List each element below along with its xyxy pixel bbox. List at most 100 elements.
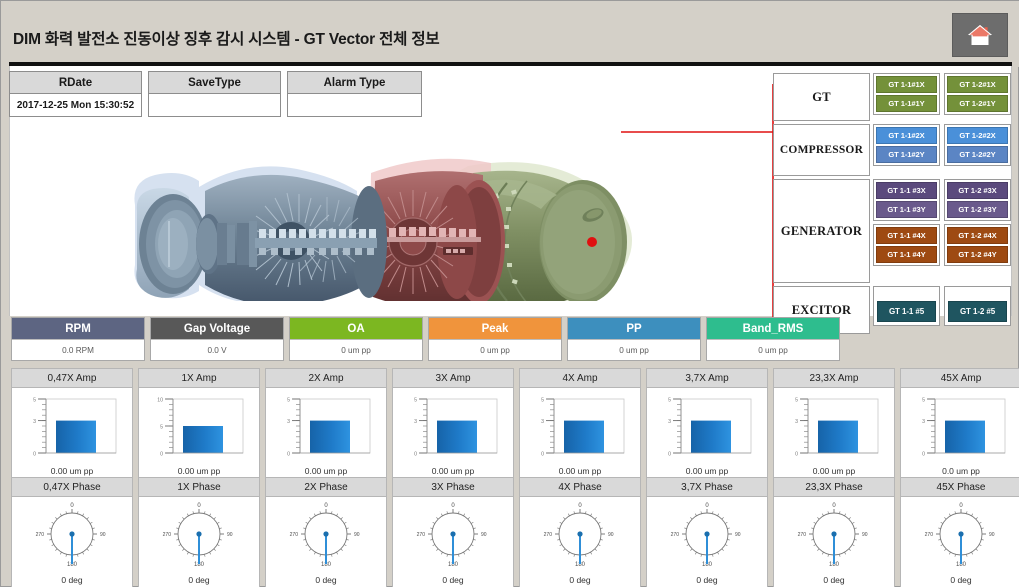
tree-group-label[interactable]: COMPRESSOR xyxy=(773,124,870,176)
panel-value: 0 deg xyxy=(393,575,513,587)
svg-text:0: 0 xyxy=(832,503,836,509)
svg-text:0: 0 xyxy=(414,451,417,457)
tag-button-group: GT 1-2#1X GT 1-2#1Y xyxy=(944,73,1011,115)
phase-panel: 2X Phase 0 180 90 270 0 deg xyxy=(265,477,387,587)
tag-button-group: GT 1-1#1X GT 1-1#1Y xyxy=(873,73,940,115)
svg-text:270: 270 xyxy=(544,532,553,538)
sensor-hotspot xyxy=(587,237,597,247)
tag-button[interactable]: GT 1-2 #3Y xyxy=(947,201,1008,218)
svg-text:0: 0 xyxy=(33,451,36,457)
turbine-body xyxy=(134,158,632,301)
svg-text:3: 3 xyxy=(33,419,36,425)
panel-title: 3X Phase xyxy=(393,478,513,497)
phase-panel: 45X Phase 0 180 90 270 0 deg xyxy=(900,477,1019,587)
svg-text:3: 3 xyxy=(922,419,925,425)
metric-card: Band_RMS 0 um pp xyxy=(706,317,840,361)
svg-text:90: 90 xyxy=(100,532,106,538)
tree-group-compressor: COMPRESSOR GT 1-1#2X GT 1-1#2Y GT 1-2#2X… xyxy=(773,124,1012,176)
svg-text:90: 90 xyxy=(481,532,487,538)
phase-panel: 0,47X Phase 0 180 90 270 0 deg xyxy=(11,477,133,587)
tag-button[interactable]: GT 1-2#1Y xyxy=(947,95,1008,112)
tag-button[interactable]: GT 1-1 #4Y xyxy=(876,246,937,263)
tag-button[interactable]: GT 1-2 #5 xyxy=(948,301,1007,322)
bar-chart: 0 3 5 xyxy=(774,388,894,466)
svg-text:90: 90 xyxy=(227,532,233,538)
bar-chart: 0 3 5 xyxy=(266,388,386,466)
tag-button-group: GT 1-2 #3X GT 1-2 #3Y xyxy=(944,179,1011,221)
panel-title: 4X Phase xyxy=(520,478,640,497)
panel-value: 0 deg xyxy=(520,575,640,587)
phase-panel: 3,7X Phase 0 180 90 270 0 deg xyxy=(646,477,768,587)
phase-dial: 0 180 90 270 xyxy=(901,497,1019,575)
svg-text:0: 0 xyxy=(922,451,925,457)
tag-button[interactable]: GT 1-1 #4X xyxy=(876,227,937,244)
phase-dial: 0 180 90 270 xyxy=(139,497,259,575)
tag-button-group: GT 1-1#2X GT 1-1#2Y xyxy=(873,124,940,166)
phase-panel: 4X Phase 0 180 90 270 0 deg xyxy=(519,477,641,587)
svg-text:90: 90 xyxy=(989,532,995,538)
gas-turbine-diagram xyxy=(113,111,673,301)
svg-text:90: 90 xyxy=(608,532,614,538)
svg-text:0: 0 xyxy=(324,503,328,509)
svg-text:0: 0 xyxy=(795,451,798,457)
panel-value: 0 deg xyxy=(774,575,894,587)
tree-group-label[interactable]: GT xyxy=(773,73,870,121)
tag-button[interactable]: GT 1-1 #3Y xyxy=(876,201,937,218)
svg-text:90: 90 xyxy=(735,532,741,538)
tag-button[interactable]: GT 1-1#1X xyxy=(876,76,937,93)
tree-group-gt: GT GT 1-1#1X GT 1-1#1Y GT 1-2#1X GT 1-2#… xyxy=(773,73,1012,121)
metric-value: 0 um pp xyxy=(707,339,839,360)
svg-text:5: 5 xyxy=(795,397,798,403)
svg-text:3: 3 xyxy=(287,419,290,425)
tag-button[interactable]: GT 1-1 #3X xyxy=(876,182,937,199)
bar-chart: 0 3 5 xyxy=(520,388,640,466)
tag-button[interactable]: GT 1-2#2X xyxy=(947,127,1008,144)
panel-title: 45X Amp xyxy=(901,369,1019,388)
bar-chart: 0 3 5 xyxy=(12,388,132,466)
phase-dial: 0 180 90 270 xyxy=(520,497,640,575)
phase-dial: 0 180 90 270 xyxy=(647,497,767,575)
tag-button[interactable]: GT 1-1#2X xyxy=(876,127,937,144)
svg-text:0: 0 xyxy=(578,503,582,509)
svg-text:270: 270 xyxy=(417,532,426,538)
page-title: DIM 화력 발전소 진동이상 징후 감시 시스템 - GT Vector 전체… xyxy=(13,31,440,48)
metric-card: OA 0 um pp xyxy=(289,317,423,361)
svg-text:0: 0 xyxy=(197,503,201,509)
tag-button[interactable]: GT 1-2 #3X xyxy=(947,182,1008,199)
svg-text:270: 270 xyxy=(798,532,807,538)
svg-text:270: 270 xyxy=(290,532,299,538)
metric-value: 0.0 V xyxy=(151,339,283,360)
tree-group-label[interactable]: GENERATOR xyxy=(773,179,870,283)
application-window: DIM 화력 발전소 진동이상 징후 감시 시스템 - GT Vector 전체… xyxy=(0,0,1019,587)
tag-button[interactable]: GT 1-1 #5 xyxy=(877,301,936,322)
amplitude-panel: 1X Amp 0 5 10 0.00 um pp xyxy=(138,368,260,480)
svg-text:3: 3 xyxy=(414,419,417,425)
svg-text:0: 0 xyxy=(160,451,163,457)
bar-chart: 0 3 5 xyxy=(647,388,767,466)
tag-button[interactable]: GT 1-2#1X xyxy=(947,76,1008,93)
amplitude-panel: 4X Amp 0 3 5 0.00 um pp xyxy=(519,368,641,480)
svg-text:5: 5 xyxy=(668,397,671,403)
metric-card: Peak 0 um pp xyxy=(428,317,562,361)
tag-button[interactable]: GT 1-2 #4Y xyxy=(947,246,1008,263)
svg-text:270: 270 xyxy=(925,532,934,538)
tag-button-group: GT 1-1 #5 xyxy=(873,286,940,326)
svg-text:0: 0 xyxy=(70,503,74,509)
tag-button[interactable]: GT 1-2#2Y xyxy=(947,146,1008,163)
metric-card: RPM 0.0 RPM xyxy=(11,317,145,361)
tag-button[interactable]: GT 1-2 #4X xyxy=(947,227,1008,244)
tag-button[interactable]: GT 1-1#2Y xyxy=(876,146,937,163)
tag-button-group: GT 1-1 #4X GT 1-1 #4Y xyxy=(873,224,940,266)
column-header: RDate xyxy=(9,71,142,93)
panel-value: 0 deg xyxy=(12,575,132,587)
tag-button-group: GT 1-2 #5 xyxy=(944,286,1011,326)
svg-text:270: 270 xyxy=(163,532,172,538)
svg-text:5: 5 xyxy=(160,424,163,430)
panel-value: 0 deg xyxy=(647,575,767,587)
tag-button[interactable]: GT 1-1#1Y xyxy=(876,95,937,112)
turbine-section xyxy=(369,171,505,301)
amplitude-panel: 3,7X Amp 0 3 5 0.00 um pp xyxy=(646,368,768,480)
home-button[interactable] xyxy=(952,13,1008,57)
phase-panel: 1X Phase 0 180 90 270 0 deg xyxy=(138,477,260,587)
metric-value: 0 um pp xyxy=(568,339,700,360)
